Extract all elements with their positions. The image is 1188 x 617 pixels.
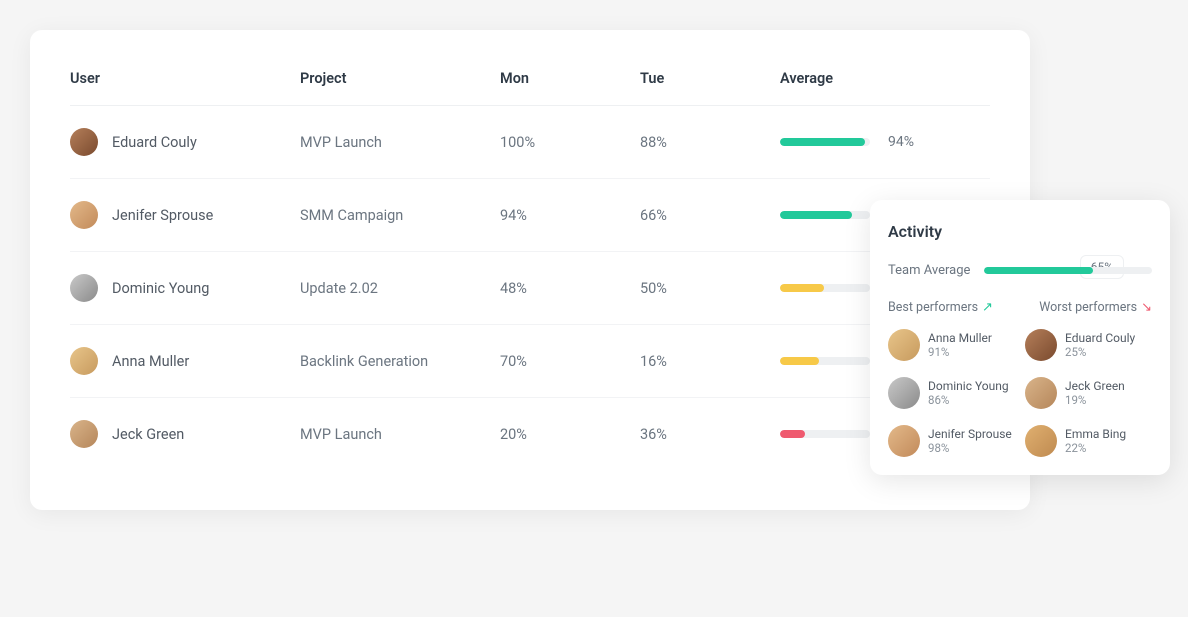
worst-performer-item[interactable]: Emma Bing22% bbox=[1025, 425, 1152, 457]
user-cell: Jeck Green bbox=[70, 420, 300, 448]
user-name: Anna Muller bbox=[112, 353, 189, 370]
performers-header: Best performers ↗ Worst performers ↘ bbox=[888, 300, 1152, 315]
avatar bbox=[70, 347, 98, 375]
user-cell: Anna Muller bbox=[70, 347, 300, 375]
table-row[interactable]: Anna Muller Backlink Generation70%16% bbox=[70, 325, 990, 398]
tue-cell: 16% bbox=[640, 353, 780, 370]
tue-cell: 88% bbox=[640, 134, 780, 151]
mon-cell: 70% bbox=[500, 353, 640, 370]
performer-name: Anna Muller bbox=[928, 331, 992, 345]
project-cell: Backlink Generation bbox=[300, 353, 500, 370]
best-performer-item[interactable]: Anna Muller91% bbox=[888, 329, 1015, 361]
user-name: Dominic Young bbox=[112, 280, 209, 297]
table-header: User Project Mon Tue Average bbox=[70, 60, 990, 106]
average-bar bbox=[780, 284, 870, 292]
user-cell: Eduard Couly bbox=[70, 128, 300, 156]
average-bar bbox=[780, 430, 870, 438]
avatar bbox=[888, 425, 920, 457]
user-cell: Dominic Young bbox=[70, 274, 300, 302]
activity-title: Activity bbox=[888, 222, 1152, 241]
performer-pct: 98% bbox=[928, 441, 1012, 455]
team-average-label: Team Average bbox=[888, 263, 970, 278]
performer-pct: 22% bbox=[1065, 441, 1126, 455]
avatar bbox=[70, 128, 98, 156]
average-bar bbox=[780, 357, 870, 365]
performer-pct: 19% bbox=[1065, 393, 1125, 407]
activity-card: Activity 65% Team Average Best performer… bbox=[870, 200, 1170, 475]
table-row[interactable]: Eduard Couly MVP Launch100%88% 94% bbox=[70, 106, 990, 179]
user-cell: Jenifer Sprouse bbox=[70, 201, 300, 229]
team-average-bar bbox=[984, 267, 1152, 274]
tue-cell: 36% bbox=[640, 426, 780, 443]
avatar bbox=[1025, 377, 1057, 409]
avatar bbox=[1025, 329, 1057, 361]
avatar bbox=[70, 420, 98, 448]
best-performers-title: Best performers ↗ bbox=[888, 300, 993, 315]
worst-performers-title: Worst performers ↘ bbox=[1039, 300, 1152, 315]
performer-name: Eduard Couly bbox=[1065, 331, 1135, 345]
performer-name: Jeck Green bbox=[1065, 379, 1125, 393]
average-label: 94% bbox=[888, 134, 914, 150]
arrow-down-icon: ↘ bbox=[1141, 300, 1152, 315]
performer-name: Jenifer Sprouse bbox=[928, 427, 1012, 441]
avatar bbox=[70, 274, 98, 302]
worst-performer-item[interactable]: Jeck Green19% bbox=[1025, 377, 1152, 409]
col-tue: Tue bbox=[640, 70, 780, 87]
mon-cell: 48% bbox=[500, 280, 640, 297]
performer-pct: 86% bbox=[928, 393, 1009, 407]
user-name: Eduard Couly bbox=[112, 134, 197, 151]
performer-pct: 91% bbox=[928, 345, 992, 359]
avatar bbox=[888, 377, 920, 409]
mon-cell: 100% bbox=[500, 134, 640, 151]
performers-grid: Anna Muller91% Eduard Couly25% Dominic You… bbox=[888, 329, 1152, 457]
user-name: Jeck Green bbox=[112, 426, 184, 443]
performer-pct: 25% bbox=[1065, 345, 1135, 359]
avatar bbox=[70, 201, 98, 229]
arrow-up-icon: ↗ bbox=[982, 300, 993, 315]
mon-cell: 94% bbox=[500, 207, 640, 224]
team-average-section: 65% Team Average bbox=[888, 263, 1152, 278]
user-name: Jenifer Sprouse bbox=[112, 207, 213, 224]
avatar bbox=[1025, 425, 1057, 457]
col-project: Project bbox=[300, 70, 500, 87]
col-mon: Mon bbox=[500, 70, 640, 87]
tue-cell: 50% bbox=[640, 280, 780, 297]
mon-cell: 20% bbox=[500, 426, 640, 443]
col-average: Average bbox=[780, 70, 980, 87]
project-cell: SMM Campaign bbox=[300, 207, 500, 224]
average-bar bbox=[780, 138, 870, 146]
tue-cell: 66% bbox=[640, 207, 780, 224]
best-performer-item[interactable]: Dominic Young86% bbox=[888, 377, 1015, 409]
average-cell: 94% bbox=[780, 134, 980, 150]
project-cell: Update 2.02 bbox=[300, 280, 500, 297]
performer-name: Emma Bing bbox=[1065, 427, 1126, 441]
average-bar bbox=[780, 211, 870, 219]
table-row[interactable]: Dominic Young Update 2.0248%50% bbox=[70, 252, 990, 325]
performer-name: Dominic Young bbox=[928, 379, 1009, 393]
col-user: User bbox=[70, 70, 300, 87]
table-row[interactable]: Jenifer Sprouse SMM Campaign94%66% bbox=[70, 179, 990, 252]
table-row[interactable]: Jeck Green MVP Launch20%36% bbox=[70, 398, 990, 470]
project-cell: MVP Launch bbox=[300, 426, 500, 443]
project-cell: MVP Launch bbox=[300, 134, 500, 151]
best-performer-item[interactable]: Jenifer Sprouse98% bbox=[888, 425, 1015, 457]
worst-performer-item[interactable]: Eduard Couly25% bbox=[1025, 329, 1152, 361]
avatar bbox=[888, 329, 920, 361]
